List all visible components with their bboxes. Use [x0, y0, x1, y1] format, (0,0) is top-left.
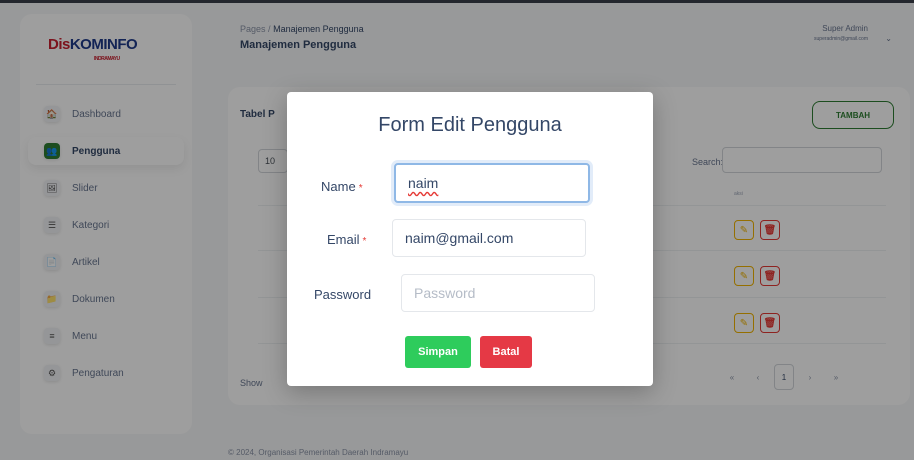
- name-label-text: Name: [321, 179, 356, 194]
- email-field-value: naim@gmail.com: [405, 230, 514, 246]
- save-button[interactable]: Simpan: [405, 336, 471, 368]
- email-label-text: Email: [327, 232, 360, 247]
- cancel-button[interactable]: Batal: [480, 336, 532, 368]
- required-mark: *: [362, 236, 367, 247]
- email-field[interactable]: naim@gmail.com: [392, 219, 586, 257]
- modal-title: Form Edit Pengguna: [378, 114, 562, 136]
- email-label: Email *: [327, 232, 366, 247]
- password-label: Password: [314, 287, 372, 302]
- required-mark: *: [358, 183, 363, 194]
- password-field[interactable]: Password: [401, 274, 595, 312]
- edit-user-modal: Form Edit Pengguna Name * naim Email * nai…: [287, 92, 653, 386]
- name-field[interactable]: naim: [394, 163, 590, 203]
- name-field-value: naim: [408, 175, 439, 191]
- name-label: Name *: [321, 179, 363, 194]
- password-field-placeholder: Password: [414, 285, 476, 301]
